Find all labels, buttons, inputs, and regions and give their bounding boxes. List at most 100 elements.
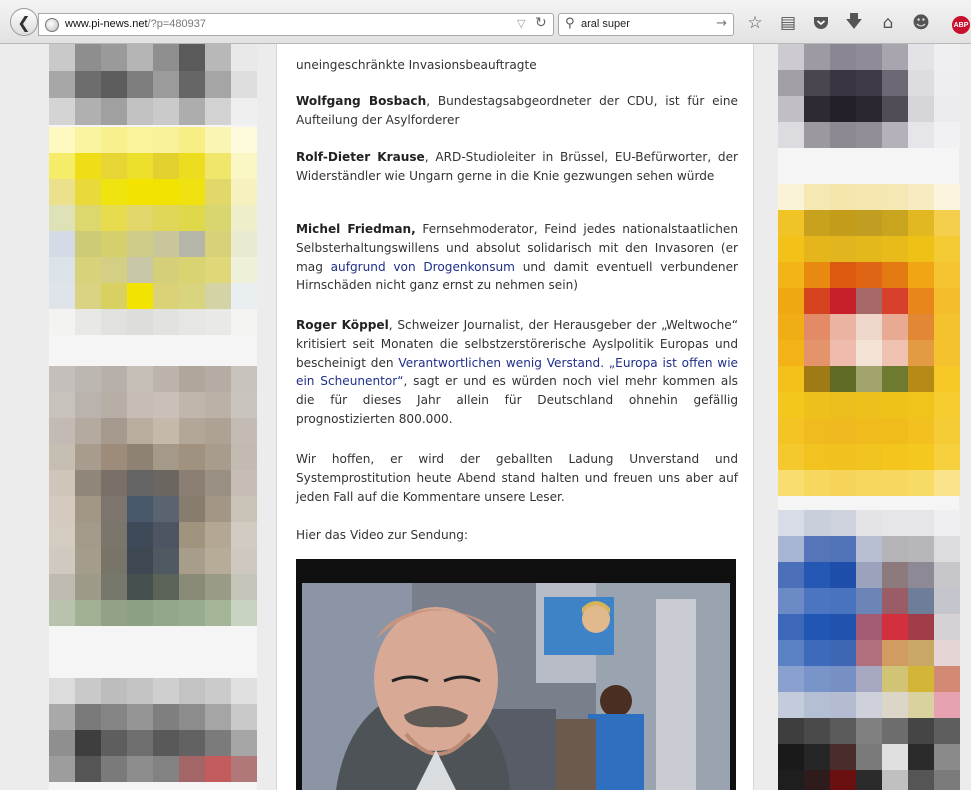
mosaic-tile bbox=[830, 70, 856, 96]
mosaic-tile bbox=[908, 770, 934, 790]
mosaic-tile bbox=[205, 418, 231, 444]
mosaic-tile bbox=[908, 614, 934, 640]
mosaic-tile bbox=[49, 756, 75, 782]
clipboard-icon[interactable]: ▤ bbox=[775, 11, 801, 35]
mosaic-tile bbox=[75, 470, 101, 496]
mosaic-tile bbox=[179, 418, 205, 444]
mosaic-tile bbox=[856, 588, 882, 614]
back-button[interactable]: ❮ bbox=[10, 8, 38, 36]
video-embed[interactable] bbox=[296, 559, 736, 790]
star-icon[interactable]: ☆ bbox=[742, 11, 768, 35]
mosaic-tile bbox=[778, 262, 804, 288]
mosaic-tile bbox=[127, 98, 153, 125]
mosaic-tile bbox=[205, 496, 231, 522]
mosaic-tile bbox=[934, 744, 960, 770]
link-drogenkonsum[interactable]: aufgrund von Drogenkonsum bbox=[331, 260, 515, 274]
mosaic-tile bbox=[49, 153, 75, 179]
mosaic-tile bbox=[49, 205, 75, 231]
mosaic-tile bbox=[934, 392, 960, 418]
mosaic-tile bbox=[127, 366, 153, 392]
mosaic-tile bbox=[934, 314, 960, 340]
mosaic-tile bbox=[75, 127, 101, 153]
mosaic-tile bbox=[856, 614, 882, 640]
search-bar[interactable]: ⚲ aral super → bbox=[558, 13, 734, 36]
mosaic-tile bbox=[882, 314, 908, 340]
reload-icon[interactable]: ↻ bbox=[535, 15, 547, 31]
mosaic-tile bbox=[908, 70, 934, 96]
mosaic-tile bbox=[127, 418, 153, 444]
mosaic-tile bbox=[153, 98, 179, 125]
search-go-icon[interactable]: → bbox=[716, 16, 727, 31]
mosaic-tile bbox=[778, 236, 804, 262]
mosaic-tile bbox=[778, 44, 804, 70]
mosaic-tile bbox=[856, 510, 882, 536]
mosaic-tile bbox=[882, 418, 908, 444]
url-dropdown-icon[interactable]: ▽ bbox=[517, 17, 525, 30]
mosaic-tile bbox=[75, 704, 101, 730]
home-icon[interactable]: ⌂ bbox=[875, 11, 901, 35]
mosaic-tile bbox=[830, 770, 856, 790]
mosaic-tile bbox=[75, 366, 101, 392]
mosaic-tile bbox=[231, 444, 257, 470]
mosaic-tile bbox=[778, 288, 804, 314]
mosaic-tile bbox=[934, 184, 960, 210]
mosaic-tile bbox=[153, 522, 179, 548]
mosaic-tile bbox=[231, 153, 257, 179]
mosaic-tile bbox=[908, 184, 934, 210]
mosaic-tile bbox=[179, 309, 205, 335]
mosaic-tile bbox=[830, 692, 856, 718]
right-sidebar-ad[interactable] bbox=[778, 44, 960, 790]
download-icon[interactable]: 🡇 bbox=[841, 11, 867, 35]
mosaic-tile bbox=[856, 392, 882, 418]
paragraph-5: Wir hoffen, er wird der geballten Ladung… bbox=[296, 452, 738, 504]
mosaic-tile bbox=[153, 600, 179, 626]
mosaic-tile bbox=[49, 444, 75, 470]
mosaic-tile bbox=[804, 640, 830, 666]
mosaic-tile bbox=[778, 718, 804, 744]
mosaic-tile bbox=[205, 179, 231, 205]
mosaic-tile bbox=[856, 288, 882, 314]
left-sidebar-ad[interactable] bbox=[49, 44, 257, 790]
mosaic-tile bbox=[804, 744, 830, 770]
mosaic-tile bbox=[908, 666, 934, 692]
chat-icon[interactable]: ☻ bbox=[908, 11, 934, 35]
mosaic-tile bbox=[127, 756, 153, 782]
mosaic-tile bbox=[830, 184, 856, 210]
mosaic-tile bbox=[934, 640, 960, 666]
adblock-icon[interactable]: ABP bbox=[952, 16, 970, 34]
mosaic-tile bbox=[231, 522, 257, 548]
mosaic-tile bbox=[153, 71, 179, 98]
mosaic-tile bbox=[882, 184, 908, 210]
mosaic-tile bbox=[908, 96, 934, 122]
mosaic-tile bbox=[934, 340, 960, 366]
mosaic-tile bbox=[127, 179, 153, 205]
mosaic-tile bbox=[75, 179, 101, 205]
mosaic-tile bbox=[75, 98, 101, 125]
person-name: Michel Friedman, bbox=[296, 222, 416, 236]
mosaic-tile bbox=[934, 562, 960, 588]
mosaic-tile bbox=[804, 236, 830, 262]
mosaic-tile bbox=[127, 522, 153, 548]
mosaic-tile bbox=[934, 770, 960, 790]
person-name: Roger Köppel bbox=[296, 318, 389, 332]
mosaic-tile bbox=[882, 510, 908, 536]
pocket-icon[interactable] bbox=[808, 11, 834, 35]
mosaic-tile bbox=[205, 470, 231, 496]
mosaic-tile bbox=[856, 210, 882, 236]
mosaic-tile bbox=[101, 574, 127, 600]
url-path: /?p=480937 bbox=[147, 18, 206, 30]
address-bar[interactable]: www.pi-news.net/?p=480937 ▽ ↻ bbox=[38, 13, 554, 36]
link-verantwortlichen[interactable]: Verantwortlichen wenig Verstand. bbox=[398, 356, 604, 370]
mosaic-tile bbox=[205, 71, 231, 98]
mosaic-tile bbox=[205, 231, 231, 257]
mosaic-tile bbox=[75, 756, 101, 782]
mosaic-tile bbox=[856, 96, 882, 122]
mosaic-tile bbox=[127, 444, 153, 470]
mosaic-tile bbox=[882, 96, 908, 122]
mosaic-tile bbox=[778, 392, 804, 418]
mosaic-tile bbox=[856, 122, 882, 148]
mosaic-tile bbox=[101, 257, 127, 283]
mosaic-tile bbox=[127, 205, 153, 231]
mosaic-tile bbox=[778, 210, 804, 236]
mosaic-tile bbox=[908, 122, 934, 148]
